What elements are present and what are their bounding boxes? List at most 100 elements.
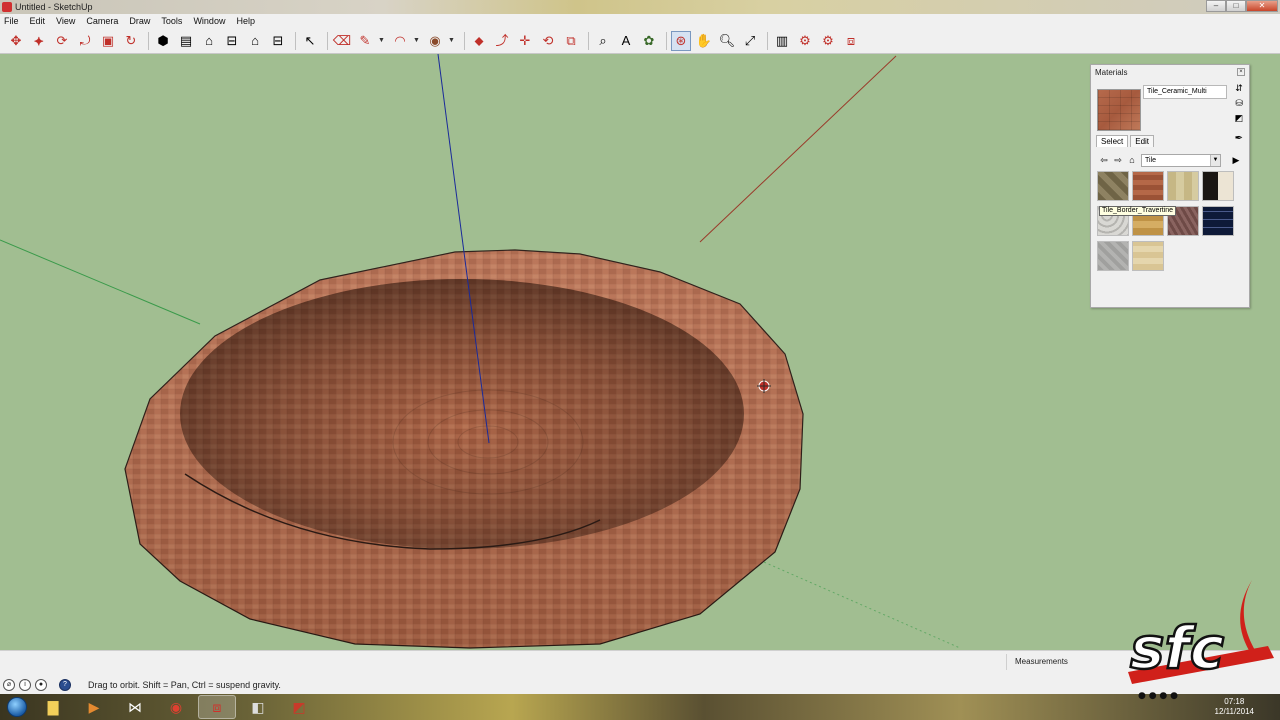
tape-measure-icon[interactable]: ⌕: [593, 31, 613, 51]
material-swatch[interactable]: [1132, 171, 1164, 201]
tab-select[interactable]: Select: [1096, 135, 1129, 147]
tab-edit[interactable]: Edit: [1130, 135, 1155, 147]
extension-icon[interactable]: ⚙: [795, 31, 815, 51]
warehouse-icon[interactable]: ▥: [772, 31, 792, 51]
sketchup-2-icon[interactable]: ◧: [239, 695, 277, 719]
eraser-icon[interactable]: ⌫: [332, 31, 352, 51]
offset-icon[interactable]: ↻: [121, 31, 141, 51]
rotate-2-icon[interactable]: ⟲: [538, 31, 558, 51]
collection-dropdown[interactable]: Tile ▼: [1141, 153, 1221, 167]
collection-dropdown-value: Tile: [1145, 156, 1157, 164]
create-material-icon[interactable]: ⛁: [1235, 98, 1243, 109]
scale-icon[interactable]: ⯌: [29, 31, 49, 51]
start-button[interactable]: [0, 694, 34, 720]
circle-dropdown-icon[interactable]: ▼: [448, 37, 456, 44]
paint-bucket-icon[interactable]: ✿: [639, 31, 659, 51]
display-secondary-icon[interactable]: ⇵: [1235, 83, 1243, 94]
menu-edit[interactable]: Edit: [30, 16, 46, 26]
georef-icon[interactable]: ⌀: [3, 679, 15, 691]
windows-orb-icon: [7, 697, 27, 717]
material-swatch[interactable]: [1167, 171, 1199, 201]
bowl-inner-shadow: [180, 279, 744, 549]
menu-draw[interactable]: Draw: [129, 16, 150, 26]
material-swatch[interactable]: [1097, 241, 1129, 271]
zoom-extents-icon[interactable]: ⤢: [740, 31, 760, 51]
scale-2-icon[interactable]: ⧉: [561, 31, 581, 51]
material-swatch[interactable]: [1202, 171, 1234, 201]
materials-side-buttons: ⇵ ⛁ ◩: [1233, 83, 1245, 124]
text-icon[interactable]: A: [616, 31, 636, 51]
orbit-icon[interactable]: ⊛: [671, 30, 691, 51]
panel-close-icon[interactable]: ×: [1237, 68, 1245, 76]
right-view-icon[interactable]: ⊟: [222, 31, 242, 51]
arc-dropdown-icon[interactable]: ▼: [413, 37, 421, 44]
help-icon[interactable]: ?: [59, 679, 71, 691]
minimize-button[interactable]: –: [1206, 0, 1226, 12]
push-pull-2-icon[interactable]: ⤴: [492, 31, 512, 51]
material-swatch[interactable]: [1202, 206, 1234, 236]
move-arrows-icon[interactable]: ✥: [6, 31, 26, 51]
menu-help[interactable]: Help: [236, 16, 255, 26]
front-view-icon[interactable]: ⌂: [199, 31, 219, 51]
back-arrow-icon[interactable]: ⇦: [1097, 155, 1111, 166]
select-arrow-icon[interactable]: ↖: [300, 31, 320, 51]
follow-me-icon[interactable]: ⤾: [75, 31, 95, 51]
windows-taskbar: ▇ ▶ ⋈ ◉ ⧈ ◧ ◩ 07:18 12/11/2014: [0, 694, 1280, 720]
menu-window[interactable]: Window: [193, 16, 225, 26]
iso-view-icon[interactable]: ⬢: [153, 31, 173, 51]
move-icon[interactable]: ⬥: [469, 31, 489, 51]
details-arrow-icon[interactable]: ▶: [1229, 155, 1243, 166]
sample-paint-icon[interactable]: ✒: [1235, 133, 1243, 144]
default-material-icon[interactable]: ◩: [1235, 113, 1244, 124]
svg-text:● ● ● ●: ● ● ● ●: [1138, 691, 1178, 701]
svg-text:sfc: sfc: [1130, 614, 1224, 682]
measurements-box[interactable]: Measurements: [1006, 654, 1126, 670]
media-icon[interactable]: ▶: [75, 695, 113, 719]
sketchup-icon[interactable]: ⧈: [198, 695, 236, 719]
pan-icon[interactable]: ✋: [694, 31, 714, 51]
menu-tools[interactable]: Tools: [161, 16, 182, 26]
sketchup-app-icon: [2, 2, 12, 12]
layout-2-icon[interactable]: ◩: [280, 695, 318, 719]
credits-icon[interactable]: i: [19, 679, 31, 691]
model-viewport[interactable]: [0, 54, 1280, 650]
forward-arrow-icon[interactable]: ⇨: [1111, 155, 1125, 166]
menu-file[interactable]: File: [4, 16, 19, 26]
left-view-icon[interactable]: ⊟: [268, 31, 288, 51]
top-view-icon[interactable]: ▤: [176, 31, 196, 51]
move-cross-icon[interactable]: ✛: [515, 31, 535, 51]
material-swatch[interactable]: [1132, 241, 1164, 271]
share-model-icon[interactable]: ⚙: [818, 31, 838, 51]
material-tooltip: Tile_Border_Travertine: [1099, 206, 1177, 216]
zoom-icon[interactable]: 🔍︎: [717, 31, 737, 51]
pencil-line-icon[interactable]: ✎: [355, 31, 375, 51]
back-view-icon[interactable]: ⌂: [245, 31, 265, 51]
chevron-down-icon: ▼: [1210, 154, 1220, 166]
menu-bar: File Edit View Camera Draw Tools Window …: [0, 14, 1280, 28]
toolbar-separator: [767, 31, 768, 50]
user-icon[interactable]: ●: [35, 679, 47, 691]
menu-camera[interactable]: Camera: [86, 16, 118, 26]
circle-icon[interactable]: ◉: [425, 31, 445, 51]
material-swatch[interactable]: [1097, 171, 1129, 201]
green-axis: [0, 239, 201, 325]
rotate-icon[interactable]: ⟳: [52, 31, 72, 51]
visual-studio-icon[interactable]: ⋈: [116, 695, 154, 719]
layout-icon[interactable]: ⧈: [841, 31, 861, 51]
pencil-dropdown-icon[interactable]: ▼: [378, 37, 386, 44]
explorer-icon[interactable]: ▇: [34, 695, 72, 719]
window-title: Untitled - SketchUp: [15, 2, 93, 12]
home-icon[interactable]: ⌂: [1125, 155, 1139, 165]
push-pull-icon[interactable]: ▣: [98, 31, 118, 51]
chrome-icon[interactable]: ◉: [157, 695, 195, 719]
material-name-field[interactable]: Tile_Ceramic_Multi: [1143, 85, 1227, 99]
menu-view[interactable]: View: [56, 16, 75, 26]
maximize-button[interactable]: □: [1226, 0, 1246, 12]
close-button[interactable]: ✕: [1246, 0, 1278, 12]
arc-icon[interactable]: ◠: [390, 31, 410, 51]
toolbar-separator: [295, 31, 296, 50]
toolbar-separator: [327, 31, 328, 50]
material-preview-swatch[interactable]: [1097, 89, 1141, 131]
scene-canvas[interactable]: [0, 54, 1280, 650]
toolbar-separator: [464, 31, 465, 50]
